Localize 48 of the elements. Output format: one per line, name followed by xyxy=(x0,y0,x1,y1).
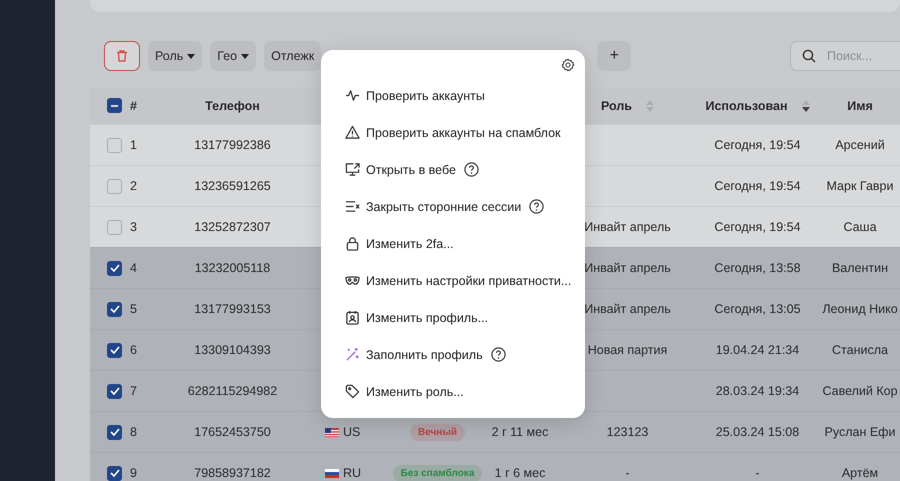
row-number: 7 xyxy=(130,384,138,398)
phone-cell-text: 13309104393 xyxy=(193,343,272,357)
phone-cell-text: 13177993153 xyxy=(193,302,272,316)
status-tag: Без спамблока xyxy=(392,464,482,481)
phone-cell-text: 79858937182 xyxy=(193,466,272,480)
role-cell-text: 123123 xyxy=(606,425,650,439)
row-number: 4 xyxy=(130,261,138,275)
name-cell-text: Арсений xyxy=(834,138,886,152)
phone-cell-text: 13236591265 xyxy=(193,179,272,193)
row-number: 2 xyxy=(130,179,138,193)
used-cell-text: 25.03.24 15:08 xyxy=(714,425,800,439)
used-cell-text: - xyxy=(754,466,761,480)
name-cell-text: Саша xyxy=(842,220,878,234)
role-cell-text: Инвайт апрель xyxy=(583,261,672,275)
name-cell-text: Артём xyxy=(840,466,880,480)
name-cell-text: Леонид Нико xyxy=(821,302,899,316)
used-cell-text: Сегодня, 19:54 xyxy=(713,179,802,193)
used-cell-text: Сегодня, 19:54 xyxy=(713,138,802,152)
role-cell-text: Инвайт апрель xyxy=(583,302,672,316)
age-cell-text: 1 г 6 мес xyxy=(494,466,546,480)
used-cell-text: Сегодня, 13:58 xyxy=(713,261,802,275)
phone-cell-text: 13232005118 xyxy=(194,261,272,275)
used-cell-text: Сегодня, 19:54 xyxy=(713,220,802,234)
country-code: US xyxy=(343,425,360,439)
row-number: 6 xyxy=(130,343,138,357)
row-number: 8 xyxy=(130,425,138,439)
phone-cell-text: 17652453750 xyxy=(193,425,272,439)
phone-cell-text: 6282115294982 xyxy=(186,384,278,398)
role-cell-text: Новая партия xyxy=(586,343,668,357)
name-cell-text: Савелий Кор xyxy=(821,384,899,398)
country-code: RU xyxy=(343,466,362,480)
phone-cell-text: 13252872307 xyxy=(193,220,272,234)
name-cell-text: Станисла xyxy=(831,343,889,357)
row-number: 5 xyxy=(130,302,138,316)
used-cell-text: 19.04.24 21:34 xyxy=(714,343,800,357)
name-cell-text: Марк Гаври xyxy=(826,179,894,193)
phone-cell-text: 13177992386 xyxy=(193,138,272,152)
used-cell-text: Сегодня, 13:05 xyxy=(713,302,802,316)
row-number: 9 xyxy=(130,466,138,480)
status-tag: Вечный xyxy=(410,424,466,440)
name-cell-text: Руслан Ефи xyxy=(824,425,896,439)
row-number: 3 xyxy=(130,220,138,234)
row-number: 1 xyxy=(130,138,138,152)
used-cell-text: 28.03.24 19:34 xyxy=(714,384,800,398)
name-cell-text: Валентин xyxy=(830,261,890,275)
age-cell-text: 2 г 11 мес xyxy=(490,425,550,439)
role-cell-text: - xyxy=(624,466,631,480)
role-cell-text: Инвайт апрель xyxy=(583,220,672,234)
